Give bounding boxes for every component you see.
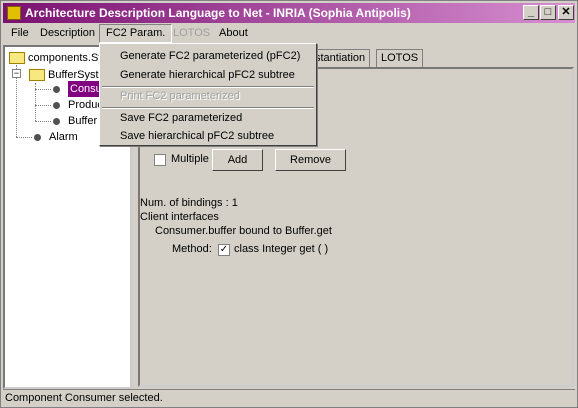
menu-item-save-hierarchical[interactable]: Save hierarchical pFC2 subtree bbox=[102, 126, 314, 146]
menu-item-print-fc2: Print FC2 parameterized bbox=[120, 90, 240, 102]
tab-lotos[interactable]: LOTOS bbox=[376, 49, 424, 67]
menu-description[interactable]: Description bbox=[34, 24, 101, 43]
maximize-button[interactable]: □ bbox=[540, 5, 556, 20]
binding-description: Consumer.buffer bound to Buffer.get bbox=[155, 225, 332, 237]
component-icon bbox=[53, 102, 60, 109]
minimize-button[interactable]: _ bbox=[523, 5, 539, 20]
menu-item-save-fc2[interactable]: Save FC2 parameterized bbox=[102, 108, 314, 128]
multiple-label: Multiple bbox=[171, 153, 209, 165]
add-button[interactable]: Add bbox=[212, 149, 263, 171]
menu-bar: File Description FC2 Param. LOTOS About bbox=[3, 24, 575, 43]
status-text: Component Consumer selected. bbox=[5, 392, 163, 404]
menu-about[interactable]: About bbox=[213, 24, 254, 43]
component-icon bbox=[53, 86, 60, 93]
remove-button[interactable]: Remove bbox=[275, 149, 346, 171]
tree-connector bbox=[35, 121, 51, 122]
close-button[interactable]: ✕ bbox=[558, 5, 574, 20]
tree-connector bbox=[35, 105, 51, 106]
client-interfaces-label: Client interfaces bbox=[140, 211, 219, 223]
menu-file[interactable]: File bbox=[5, 24, 35, 43]
collapse-icon[interactable]: − bbox=[12, 69, 21, 78]
menu-item-generate-hierarchical[interactable]: Generate hierarchical pFC2 subtree bbox=[102, 65, 314, 85]
fc2-param-menu: Generate FC2 parameterized (pFC2) Genera… bbox=[99, 43, 317, 146]
menu-fc2-param[interactable]: FC2 Param. bbox=[99, 24, 173, 43]
window-title: Architecture Description Language to Net… bbox=[25, 6, 411, 20]
title-bar[interactable]: Architecture Description Language to Net… bbox=[3, 3, 575, 23]
tree-node-root[interactable]: components.Sy bbox=[28, 50, 104, 66]
app-icon bbox=[7, 6, 21, 20]
method-checkbox[interactable]: ✓ bbox=[218, 244, 230, 256]
method-label: Method: bbox=[172, 243, 212, 255]
folder-icon bbox=[9, 52, 25, 64]
method-value: class Integer get ( ) bbox=[234, 243, 329, 255]
tree-node-buffer[interactable]: Buffer bbox=[68, 113, 97, 129]
tree-node-alarm[interactable]: Alarm bbox=[49, 129, 78, 145]
component-icon bbox=[34, 134, 41, 141]
tree-connector bbox=[35, 89, 51, 90]
tree-connector bbox=[16, 137, 32, 138]
status-bar: Component Consumer selected. bbox=[3, 389, 575, 407]
menu-lotos: LOTOS bbox=[173, 27, 211, 39]
multiple-checkbox[interactable] bbox=[154, 154, 166, 166]
bindings-count: Num. of bindings : 1 bbox=[140, 197, 238, 209]
tab-instantiation[interactable]: stantiation bbox=[310, 49, 371, 67]
tree-node-producer[interactable]: Produc bbox=[68, 97, 103, 113]
app-window: Architecture Description Language to Net… bbox=[0, 0, 578, 408]
menu-item-generate-pfc2[interactable]: Generate FC2 parameterized (pFC2) bbox=[102, 46, 314, 66]
component-icon bbox=[53, 118, 60, 125]
folder-icon bbox=[29, 69, 45, 81]
